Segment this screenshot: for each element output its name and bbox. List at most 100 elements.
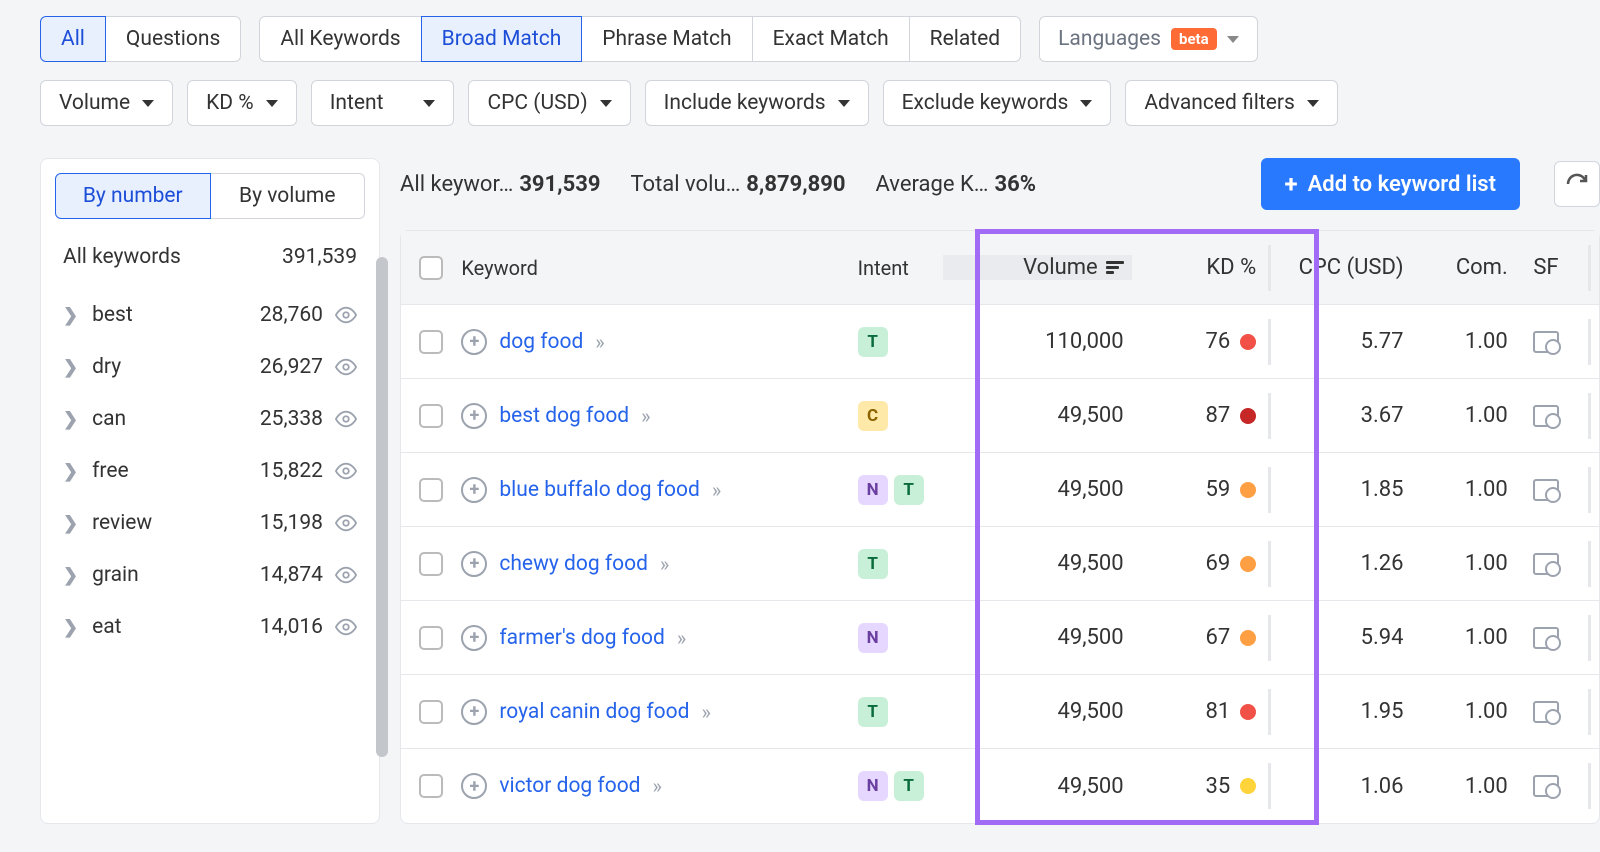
cell-kd: 69 [1205,551,1230,576]
cell-cpc: 1.85 [1279,477,1412,502]
double-chevron-icon[interactable]: » [701,700,706,724]
cell-volume: 49,500 [943,699,1132,724]
languages-label: Languages [1058,27,1161,51]
filter-volume[interactable]: Volume [40,80,173,126]
col-volume[interactable]: Volume [943,255,1132,280]
chevron-down-icon [266,100,278,107]
keyword-link[interactable]: blue buffalo dog food [499,478,699,502]
tab-phrase-match[interactable]: Phrase Match [581,16,752,62]
toggle-by-volume[interactable]: By volume [210,173,366,219]
cell-volume: 49,500 [943,403,1132,428]
row-checkbox[interactable] [419,626,443,650]
tab-all-keywords[interactable]: All Keywords [259,16,421,62]
double-chevron-icon[interactable]: » [677,626,682,650]
sort-desc-icon [1106,259,1124,276]
expand-icon[interactable]: + [461,551,487,577]
group-name: eat [92,615,260,639]
keyword-link[interactable]: chewy dog food [499,552,648,576]
cell-com: 1.00 [1412,551,1516,576]
serp-features-icon[interactable] [1533,701,1559,723]
tab-all[interactable]: All [40,16,106,62]
col-keyword[interactable]: Keyword [461,256,857,280]
expand-icon[interactable]: + [461,403,487,429]
col-sf[interactable]: SF [1516,255,1584,280]
double-chevron-icon[interactable]: » [653,774,658,798]
tab-exact-match[interactable]: Exact Match [752,16,910,62]
serp-features-icon[interactable] [1533,479,1559,501]
table-row: +victor dog food»NT49,500351.061.00 [401,749,1599,823]
kd-difficulty-dot [1240,704,1256,720]
table-row: +farmer's dog food»N49,500675.941.00 [401,601,1599,675]
expand-icon[interactable]: + [461,773,487,799]
cell-kd: 87 [1205,403,1230,428]
row-checkbox[interactable] [419,330,443,354]
chevron-down-icon [1080,100,1092,107]
intent-badge-t: T [858,697,888,727]
add-to-keyword-list-button[interactable]: +Add to keyword list [1261,158,1520,210]
keyword-link[interactable]: farmer's dog food [499,626,665,650]
select-all-checkbox[interactable] [419,256,443,280]
keyword-link[interactable]: dog food [499,330,583,354]
double-chevron-icon[interactable]: » [595,330,600,354]
kd-difficulty-dot [1240,408,1256,424]
refresh-icon [1565,172,1589,196]
table-row: +blue buffalo dog food»NT49,500591.851.0… [401,453,1599,527]
serp-features-icon[interactable] [1533,405,1559,427]
keyword-link[interactable]: royal canin dog food [499,700,689,724]
row-checkbox[interactable] [419,404,443,428]
row-checkbox[interactable] [419,552,443,576]
cell-com: 1.00 [1412,625,1516,650]
refresh-button[interactable] [1554,161,1600,207]
expand-icon[interactable]: + [461,625,487,651]
filter-intent[interactable]: Intent [311,80,455,126]
serp-features-icon[interactable] [1533,627,1559,649]
expand-icon[interactable]: + [461,329,487,355]
group-count: 14,874 [260,563,323,587]
row-checkbox[interactable] [419,774,443,798]
double-chevron-icon[interactable]: » [660,552,665,576]
sidebar-group-can[interactable]: ❯can25,338 [55,393,365,445]
intent-badge-t: T [894,475,924,505]
table-row: +chewy dog food»T49,500691.261.00 [401,527,1599,601]
filter-advanced[interactable]: Advanced filters [1125,80,1337,126]
filter-include[interactable]: Include keywords [645,80,869,126]
sidebar-group-grain[interactable]: ❯grain14,874 [55,549,365,601]
serp-features-icon[interactable] [1533,331,1559,353]
col-intent[interactable]: Intent [858,256,943,280]
chevron-down-icon [1227,36,1239,43]
group-count: 14,016 [260,615,323,639]
serp-features-icon[interactable] [1533,553,1559,575]
sidebar-group-best[interactable]: ❯best28,760 [55,289,365,341]
cell-volume: 49,500 [943,625,1132,650]
keyword-link[interactable]: victor dog food [499,774,640,798]
sidebar-scrollbar[interactable] [376,257,388,757]
sidebar-group-dry[interactable]: ❯dry26,927 [55,341,365,393]
cell-volume: 49,500 [943,477,1132,502]
kd-difficulty-dot [1240,778,1256,794]
col-com[interactable]: Com. [1412,255,1516,280]
filter-kd[interactable]: KD % [187,80,297,126]
sidebar-group-free[interactable]: ❯free15,822 [55,445,365,497]
col-cpc[interactable]: CPC (USD) [1279,255,1412,280]
languages-dropdown[interactable]: Languages beta [1039,16,1258,62]
sidebar-group-review[interactable]: ❯review15,198 [55,497,365,549]
tab-related[interactable]: Related [909,16,1021,62]
row-checkbox[interactable] [419,478,443,502]
row-checkbox[interactable] [419,700,443,724]
sidebar-group-eat[interactable]: ❯eat14,016 [55,601,365,653]
toggle-by-number[interactable]: By number [55,173,211,219]
col-kd[interactable]: KD % [1132,255,1265,280]
intent-badge-t: T [894,771,924,801]
cell-volume: 49,500 [943,551,1132,576]
double-chevron-icon[interactable]: » [641,404,646,428]
serp-features-icon[interactable] [1533,775,1559,797]
double-chevron-icon[interactable]: » [712,478,717,502]
tab-broad-match[interactable]: Broad Match [421,16,583,62]
filter-exclude[interactable]: Exclude keywords [883,80,1112,126]
tab-questions[interactable]: Questions [105,16,241,62]
expand-icon[interactable]: + [461,699,487,725]
keyword-link[interactable]: best dog food [499,404,629,428]
filter-cpc[interactable]: CPC (USD) [468,80,630,126]
expand-icon[interactable]: + [461,477,487,503]
all-keywords-label: All keywords [63,245,181,269]
